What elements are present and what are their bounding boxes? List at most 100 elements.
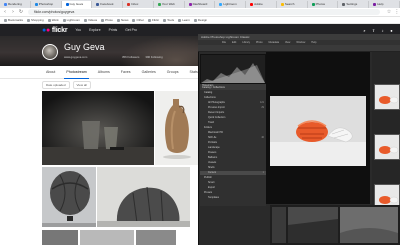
catalog-row[interactable]: Portraits [200,141,266,145]
tab-faves[interactable]: Faves [120,68,132,76]
browser-tab[interactable]: Photos [308,1,339,8]
catalog-row[interactable]: Shells [200,166,266,170]
catalog-row[interactable]: Catalog [200,91,266,95]
bookmark-item[interactable]: News [116,18,128,22]
date-filter-dropdown[interactable]: Date uploaded [42,80,70,89]
catalog-row[interactable]: Folders [200,126,266,130]
bookmark-item[interactable]: Videos [84,18,97,22]
browser-tab[interactable]: Facebook [92,1,124,8]
catalog-row-label: Flowers [208,151,217,154]
catalog-row-label: Templates [208,196,219,199]
bookmark-icon [116,18,120,22]
bookmark-item[interactable]: Other [132,18,144,22]
tab-favicon-icon [65,2,69,6]
address-bar[interactable]: flickr.com/photos/guygeva [28,9,380,15]
bell-icon[interactable]: ♪ [380,28,385,33]
profile-website[interactable]: www.guygeva.com [64,55,87,59]
catalog-panel-header[interactable]: Catalog / Collections [200,86,266,90]
browser-tab[interactable]: Lightroom [215,1,247,8]
following-count[interactable]: 390 Following [145,55,162,59]
followers-count[interactable]: 356 Followers [122,55,139,59]
nav-you[interactable]: You [75,28,81,32]
catalog-row[interactable]: Trash [200,121,266,125]
photo-clay-vase[interactable] [155,91,198,165]
browser-tab[interactable]: Guy Geva [61,1,93,8]
photo-thumb-c[interactable] [136,230,176,245]
flickr-logo[interactable]: ●● flickr [42,27,68,34]
photo-thumb-b[interactable] [80,230,134,245]
bookmark-item[interactable]: Lightroom [62,18,80,22]
nav-prints[interactable]: Prints [109,28,118,32]
photo-still-life-jars[interactable] [42,91,154,165]
filmstrip-thumb-2[interactable] [374,134,400,160]
bookmark-item[interactable]: Work [47,18,59,22]
browser-tab[interactable]: Settings [338,1,370,8]
lightroom-menu-item[interactable]: Help [311,41,316,44]
catalog-row[interactable]: Templates [200,196,266,200]
bookmark-item[interactable]: Learn [178,18,190,22]
image-canvas[interactable] [266,52,370,204]
bookmark-item[interactable]: Tools [163,18,174,22]
lightroom-menu-item[interactable]: Library [242,41,250,44]
bookmark-item[interactable]: Shopping [27,18,44,22]
tab-groups[interactable]: Groups [166,68,180,76]
browser-tab[interactable]: Search [277,1,308,8]
catalog-row[interactable]: Landscape [200,146,266,150]
tab-albums[interactable]: Albums [97,68,111,76]
upload-icon[interactable]: ⇪ [371,28,376,33]
view-filter-dropdown[interactable]: View all [72,80,91,89]
bookmark-item[interactable]: Design [193,18,207,22]
catalog-row[interactable]: All Photographs 121 [200,101,266,105]
catalog-row[interactable]: Smart [200,181,266,185]
lightroom-menu-item[interactable]: Metadata [269,41,279,44]
browser-tab[interactable]: Your Web [154,1,185,8]
catalog-row[interactable]: Quick Collection [200,116,266,120]
nav-get-pro[interactable]: Get Pro [125,28,137,32]
catalog-row[interactable]: Previous Import 29 [200,106,266,110]
lightroom-menu-item[interactable]: Photo [256,41,263,44]
tab-about[interactable]: About [45,68,56,76]
catalog-row-label: Publish [204,176,212,179]
catalog-row[interactable]: Still Life 40 [200,136,266,140]
browser-tab[interactable]: Rendering [0,1,31,8]
avatar[interactable] [42,44,58,60]
catalog-row[interactable]: Flowers [200,151,266,155]
browser-tab[interactable]: Dashboard [185,1,216,8]
nav-explore[interactable]: Explore [89,28,101,32]
tab-galleries[interactable]: Galleries [141,68,157,76]
catalog-row[interactable]: Balloons [200,156,266,160]
catalog-row[interactable]: Export [200,186,266,190]
lightroom-menu-item[interactable]: File [222,41,226,44]
catalog-row[interactable]: Publish [200,176,266,180]
photo-thumb-a[interactable] [42,230,78,245]
lightroom-menu-item[interactable]: Edit [232,41,236,44]
star-icon[interactable]: ☆ [386,9,392,15]
filmstrip-thumb-1[interactable] [374,84,400,110]
lightroom-menu-item[interactable]: Window [296,41,305,44]
photo-hot-air-balloon-1[interactable] [42,167,96,227]
catalog-row[interactable]: Recent Imports [200,111,266,115]
avatar-icon[interactable]: ● [389,28,394,33]
bookmark-item[interactable]: Bookmarks [4,18,23,22]
photo-hot-air-balloon-2[interactable] [97,167,190,227]
catalog-row[interactable]: Presets [200,191,266,195]
menu-icon[interactable]: ⋮ [394,9,400,15]
browser-tab[interactable]: Inbox [123,1,154,8]
reload-icon[interactable]: ↻ [18,9,24,15]
back-icon[interactable]: ‹ [2,9,8,15]
bookmark-item[interactable]: Flickr [148,18,159,22]
catalog-row[interactable]: Collections [200,96,266,100]
lightroom-options-bar [198,45,400,52]
browser-tab[interactable]: Help [369,1,400,8]
browser-tab[interactable]: Photoshop [31,1,62,8]
catalog-row[interactable]: Current 1 [200,171,266,175]
browser-tab[interactable]: Adobe [246,1,277,8]
bookmark-label: Other [136,18,144,22]
tab-photostream[interactable]: Photostream [64,68,90,79]
catalog-row[interactable]: Macintosh HD [200,131,266,135]
search-icon[interactable]: ⌕ [362,28,367,33]
forward-icon[interactable]: › [10,9,16,15]
lightroom-menu-item[interactable]: View [285,41,290,44]
bookmark-item[interactable]: Photo [101,18,113,22]
catalog-row[interactable]: Vessels [200,161,266,165]
